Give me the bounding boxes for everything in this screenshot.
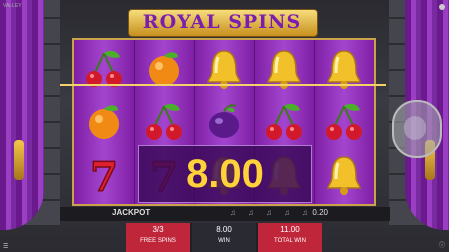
free-spins-label: FREE SPINS (140, 238, 176, 244)
win-value: 8.00 (216, 225, 232, 234)
reel-separator (314, 40, 315, 204)
title-text: ROYAL SPINS (142, 11, 302, 33)
cherries-icon (317, 97, 371, 147)
cherries-icon (257, 97, 311, 147)
reel-separator (134, 40, 135, 204)
seven-icon: 7 (77, 150, 131, 200)
bell-icon (317, 44, 371, 94)
bell-icon (317, 150, 371, 200)
total-win-label: TOTAL WIN (274, 238, 306, 244)
win-cell: 8.00 WIN (192, 223, 256, 252)
info-icon[interactable]: ⓘ (439, 240, 445, 249)
svg-text:7: 7 (90, 154, 118, 197)
win-overlay: 8.00 (138, 145, 312, 203)
bottom-panel: 3/3 FREE SPINS 8.00 WIN 11.00 TOTAL WIN (126, 223, 322, 252)
jackpot-label: JACKPOT (112, 208, 151, 217)
game-stage: 77 ROYAL SPINS 8.00 JACKPOT ♫♫♫♫♫ 0.20 3… (0, 0, 449, 252)
win-label: WIN (218, 238, 230, 244)
plum-icon (197, 97, 251, 147)
total-win-value: 11.00 (280, 225, 300, 234)
curtain-left (0, 0, 44, 230)
free-spins-value: 3/3 (152, 225, 164, 234)
corner-info: VALLEY (3, 3, 22, 9)
jackpot-value: 0.20 (312, 208, 328, 217)
spin-button[interactable] (392, 100, 442, 158)
total-win-cell: 11.00 TOTAL WIN (258, 223, 322, 252)
game-title: ROYAL SPINS (128, 3, 318, 39)
bell-icon (257, 44, 311, 94)
orange-icon (137, 44, 191, 94)
menu-icon[interactable] (439, 4, 445, 10)
cherries-icon (77, 44, 131, 94)
win-amount: 8.00 (186, 152, 264, 196)
free-spins-cell: 3/3 FREE SPINS (126, 223, 190, 252)
tassel-left-icon (14, 140, 24, 180)
orange-icon (77, 97, 131, 147)
win-line (60, 84, 386, 86)
bell-icon (197, 44, 251, 94)
jackpot-bell-icons: ♫♫♫♫♫ (230, 208, 320, 217)
settings-icon[interactable]: ☰ (3, 243, 8, 250)
jackpot-bar: JACKPOT ♫♫♫♫♫ 0.20 (60, 207, 390, 221)
cherries-icon (137, 97, 191, 147)
